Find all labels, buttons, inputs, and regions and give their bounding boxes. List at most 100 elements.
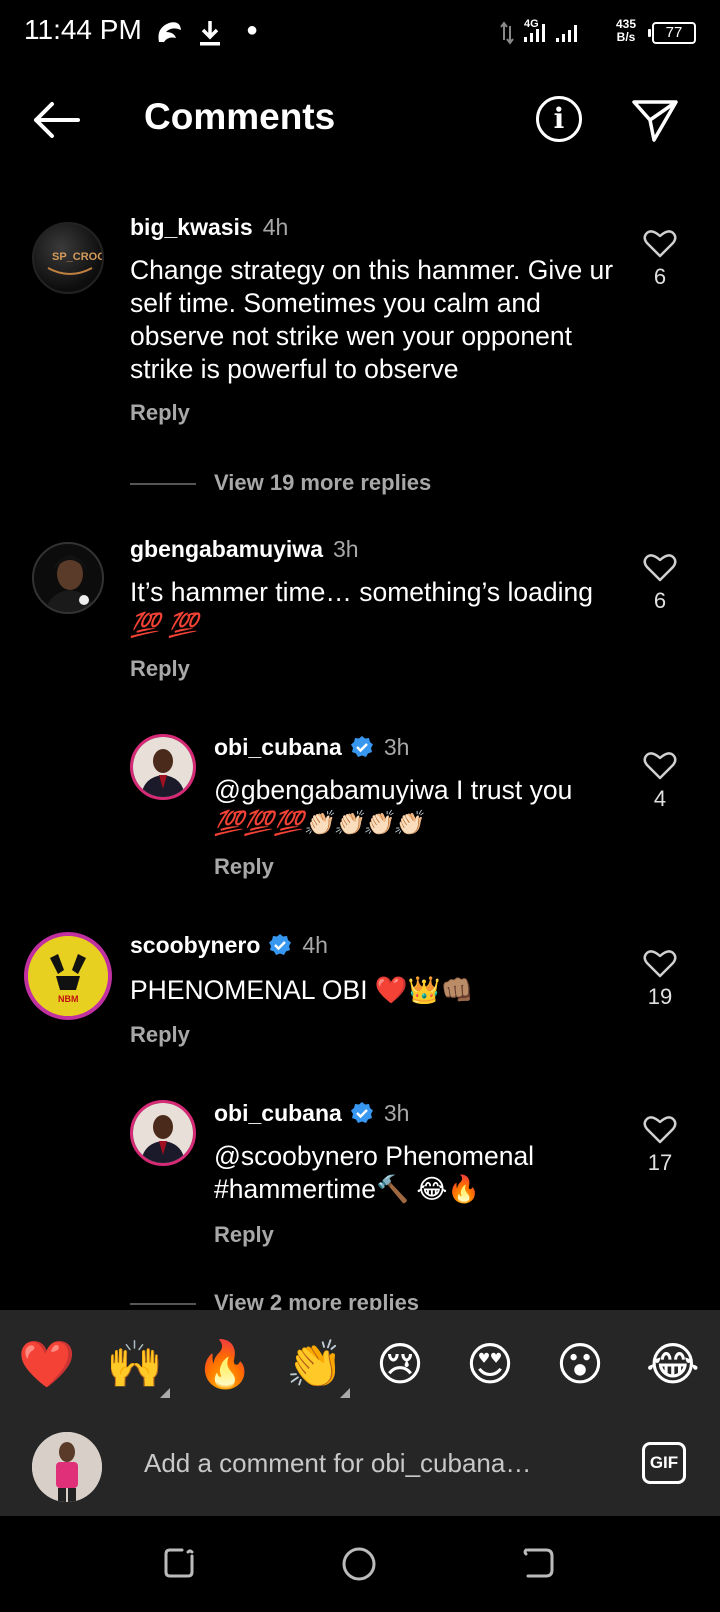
emoji-clap[interactable]: 👏 bbox=[286, 1336, 343, 1392]
verified-badge-icon bbox=[269, 934, 292, 955]
avatar[interactable]: SP_CROCS bbox=[32, 222, 104, 294]
skin-tone-indicator-icon bbox=[340, 1388, 350, 1398]
page-title: Comments bbox=[144, 96, 336, 137]
heart-icon[interactable] bbox=[643, 228, 677, 258]
view-more-replies[interactable]: View 2 more replies bbox=[130, 1290, 419, 1310]
system-nav-bar bbox=[0, 1516, 720, 1612]
emoji-raised-hands[interactable]: 🙌 bbox=[106, 1336, 163, 1392]
heart-icon[interactable] bbox=[643, 1114, 677, 1144]
avatar-person-icon bbox=[133, 1103, 193, 1163]
avatar-person-icon bbox=[32, 1432, 102, 1502]
download-icon bbox=[200, 21, 220, 46]
gif-button[interactable]: GIF bbox=[642, 1442, 686, 1484]
avatar[interactable] bbox=[130, 1100, 196, 1166]
comment-text-line: #hammertime🔨 😂🔥 bbox=[214, 1174, 481, 1204]
svg-text:SP_CROCS: SP_CROCS bbox=[52, 251, 104, 263]
view-more-replies[interactable]: View 19 more replies bbox=[130, 470, 431, 496]
like-button[interactable]: 17 bbox=[640, 1114, 680, 1176]
avatar-person-icon bbox=[133, 737, 193, 797]
divider bbox=[130, 1303, 196, 1306]
comment-emoji: 💯💯💯👏🏻👏🏻👏🏻👏🏻 bbox=[214, 809, 424, 837]
emoji-heart[interactable]: ❤️ bbox=[18, 1336, 75, 1392]
username[interactable]: gbengabamuyiwa bbox=[130, 536, 323, 562]
comment-time: 3h bbox=[383, 734, 410, 760]
svg-text:NBM: NBM bbox=[58, 994, 79, 1004]
comment-text: PHENOMENAL OBI ❤️👑👊🏽 bbox=[130, 975, 474, 1005]
like-button[interactable]: 6 bbox=[640, 552, 680, 614]
emoji-laughing[interactable]: 😂 bbox=[646, 1336, 700, 1392]
emoji-heart-eyes[interactable]: 😍 bbox=[466, 1336, 514, 1392]
recents-icon[interactable] bbox=[162, 1546, 196, 1580]
view-more-label[interactable]: View 2 more replies bbox=[214, 1290, 419, 1310]
comment-time: 3h bbox=[332, 536, 359, 562]
back-arrow-icon[interactable] bbox=[30, 98, 82, 142]
info-icon[interactable]: i bbox=[536, 96, 582, 142]
current-user-avatar bbox=[32, 1432, 102, 1502]
comment-header: obi_cubana 3h bbox=[214, 734, 409, 761]
comment-text-line: @scoobynero Phenomenal bbox=[214, 1141, 535, 1171]
avatar-logo-icon: SP_CROCS bbox=[47, 251, 104, 275]
header: Comments i bbox=[0, 80, 720, 160]
comment-text: @gbengabamuyiwa I trust you 💯💯💯👏🏻👏🏻👏🏻👏🏻 bbox=[214, 774, 634, 840]
avatar-person-icon bbox=[44, 555, 96, 612]
comment-text-line: @gbengabamuyiwa I trust you bbox=[214, 775, 573, 805]
back-nav-icon[interactable] bbox=[522, 1546, 556, 1580]
username[interactable]: obi_cubana bbox=[214, 734, 342, 760]
avatar[interactable]: NBM bbox=[24, 932, 112, 1020]
comment-text-line: It’s hammer time… something’s loading bbox=[130, 577, 593, 607]
reply-button[interactable]: Reply bbox=[130, 1022, 190, 1048]
like-count: 19 bbox=[647, 984, 673, 1009]
username[interactable]: obi_cubana bbox=[214, 1100, 342, 1126]
divider bbox=[130, 483, 196, 486]
comment-time: 3h bbox=[383, 1100, 410, 1126]
net-speed: 435 B/s bbox=[616, 18, 636, 44]
heart-icon[interactable] bbox=[643, 750, 677, 780]
like-button[interactable]: 6 bbox=[640, 228, 680, 290]
comment-text: It’s hammer time… something’s loading 💯 … bbox=[130, 576, 630, 642]
comment-input[interactable] bbox=[144, 1448, 604, 1479]
heart-icon[interactable] bbox=[643, 552, 677, 582]
reply-button[interactable]: Reply bbox=[130, 656, 190, 682]
reply-button[interactable]: Reply bbox=[214, 854, 274, 880]
comment-time: 4h bbox=[262, 214, 289, 240]
net-speed-unit: B/s bbox=[616, 30, 636, 44]
home-icon[interactable] bbox=[341, 1546, 377, 1582]
emoji-quick-bar: ❤️ 🙌 🔥 👏 😢 😍 😮 😂 bbox=[0, 1310, 720, 1418]
battery-icon: 77 bbox=[648, 22, 696, 44]
avatar[interactable] bbox=[130, 734, 196, 800]
verified-badge-icon bbox=[350, 736, 373, 757]
comment-text: @scoobynero Phenomenal #hammertime🔨 😂🔥 bbox=[214, 1140, 634, 1206]
avatar[interactable] bbox=[32, 542, 104, 614]
heart-icon[interactable] bbox=[643, 948, 677, 978]
send-icon[interactable] bbox=[630, 96, 680, 146]
comment-header: big_kwasis 4h bbox=[130, 214, 288, 241]
comment-header: gbengabamuyiwa 3h bbox=[130, 536, 359, 563]
username[interactable]: scoobynero bbox=[130, 932, 260, 958]
emoji-crying[interactable]: 😢 bbox=[376, 1336, 424, 1392]
status-bar: 11:44 PM ● 4G 435 B/s 77 bbox=[0, 0, 720, 66]
like-button[interactable]: 4 bbox=[640, 750, 680, 812]
emoji-surprised[interactable]: 😮 bbox=[556, 1336, 604, 1392]
like-count: 4 bbox=[653, 786, 667, 811]
like-count: 6 bbox=[653, 588, 667, 613]
reply-button[interactable]: Reply bbox=[214, 1222, 274, 1248]
avatar-logo-icon: NBM bbox=[28, 936, 108, 1016]
view-more-label[interactable]: View 19 more replies bbox=[214, 470, 431, 495]
reply-button[interactable]: Reply bbox=[130, 400, 190, 426]
comment-time: 4h bbox=[302, 932, 328, 958]
comment-header: scoobynero 4h bbox=[130, 932, 328, 959]
comment-emoji: 💯 💯 bbox=[130, 611, 199, 639]
notification-dot-icon: ● bbox=[246, 19, 259, 41]
status-time: 11:44 PM bbox=[24, 14, 142, 45]
comment-header: obi_cubana 3h bbox=[214, 1100, 409, 1127]
username[interactable]: big_kwasis bbox=[130, 214, 253, 240]
comment-text: Change strategy on this hammer. Give ur … bbox=[130, 255, 614, 384]
app-notification-icon bbox=[158, 22, 181, 42]
like-button[interactable]: 19 bbox=[640, 948, 680, 1010]
network-type: 4G bbox=[524, 18, 539, 30]
comment-input-bar: GIF bbox=[0, 1418, 720, 1516]
like-count: 6 bbox=[653, 264, 667, 289]
emoji-fire[interactable]: 🔥 bbox=[196, 1336, 253, 1392]
skin-tone-indicator-icon bbox=[160, 1388, 170, 1398]
verified-badge-icon bbox=[350, 1102, 373, 1123]
